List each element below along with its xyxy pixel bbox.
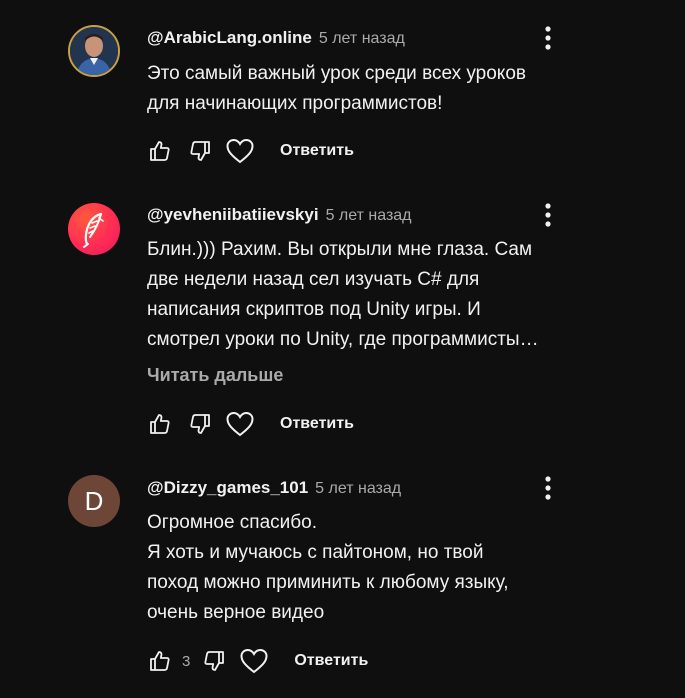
heart-icon	[226, 411, 254, 437]
thumb-up-icon	[150, 651, 170, 671]
dislike-button[interactable]	[180, 131, 220, 171]
comment-text-line: Я хоть и мучаюсь с пайтоном, но твой	[147, 542, 484, 563]
avatar-letter: D	[84, 485, 104, 516]
feather-logo-icon	[83, 212, 104, 248]
like-button[interactable]	[140, 641, 180, 681]
comment-author[interactable]: @yevheniibatiievskyi	[147, 205, 319, 225]
comment-header: @yevheniibatiievskyi 5 лет назад	[147, 205, 412, 225]
heart-button[interactable]	[220, 131, 260, 171]
read-more-link[interactable]: Читать дальше	[147, 365, 283, 386]
thumb-down-icon	[190, 141, 210, 161]
heart-icon	[226, 138, 254, 164]
comment-menu-button[interactable]	[538, 24, 558, 52]
thumb-up-icon	[150, 414, 170, 434]
comment-header: @ArabicLang.online 5 лет назад	[147, 28, 405, 48]
comment-text-line: написания скриптов под Unity игры. И	[147, 299, 481, 320]
comment-text: Огромное спасибо. Я хоть и мучаюсь с пай…	[147, 508, 597, 628]
avatar-photo-icon	[70, 27, 118, 75]
comment-text-line: Огромное спасибо.	[147, 512, 318, 533]
avatar[interactable]: D	[68, 475, 120, 527]
comment-text-line: поход можно приминить к любому языку,	[147, 572, 509, 593]
more-vert-icon	[545, 476, 551, 500]
dislike-button[interactable]	[194, 641, 234, 681]
dislike-button[interactable]	[180, 404, 220, 444]
comment-actions: Ответить	[140, 131, 360, 171]
comment-menu-button[interactable]	[538, 474, 558, 502]
heart-icon	[240, 648, 268, 674]
avatar[interactable]	[68, 203, 120, 255]
comment-text-line: смотрел уроки по Unity, где программисты…	[147, 329, 539, 350]
like-button[interactable]	[140, 404, 180, 444]
comment-time[interactable]: 5 лет назад	[326, 207, 412, 225]
comment-text-line: две недели назад сел изучать C# для	[147, 269, 480, 290]
comment-text: Это самый важный урок среди всех уроков …	[147, 59, 597, 119]
comment-text-line: для начинающих программистов!	[147, 93, 443, 114]
comment-text-line: Это самый важный урок среди всех уроков	[147, 63, 526, 84]
reply-button[interactable]: Ответить	[274, 134, 360, 168]
more-vert-icon	[545, 203, 551, 227]
heart-button[interactable]	[220, 404, 260, 444]
comment-text-line: Блин.))) Рахим. Вы открыли мне глаза. Са…	[147, 239, 533, 260]
comment-actions: 3 Ответить	[140, 641, 374, 681]
comment-time[interactable]: 5 лет назад	[319, 30, 405, 48]
more-vert-icon	[545, 26, 551, 50]
avatar[interactable]	[68, 25, 120, 77]
comment-author[interactable]: @Dizzy_games_101	[147, 478, 308, 498]
comment-text: Блин.))) Рахим. Вы открыли мне глаза. Са…	[147, 235, 597, 355]
heart-button[interactable]	[234, 641, 274, 681]
thumb-down-icon	[190, 414, 210, 434]
comment-time[interactable]: 5 лет назад	[315, 480, 401, 498]
thumb-up-icon	[150, 141, 170, 161]
reply-button[interactable]: Ответить	[288, 644, 374, 678]
comment-menu-button[interactable]	[538, 201, 558, 229]
comment-actions: Ответить	[140, 404, 360, 444]
comment-text-line: очень верное видео	[147, 602, 325, 623]
thumb-down-icon	[204, 651, 225, 671]
like-count: 3	[182, 652, 191, 670]
like-button[interactable]	[140, 131, 180, 171]
comment-author[interactable]: @ArabicLang.online	[147, 28, 312, 48]
comment-header: @Dizzy_games_101 5 лет назад	[147, 478, 401, 498]
reply-button[interactable]: Ответить	[274, 407, 360, 441]
